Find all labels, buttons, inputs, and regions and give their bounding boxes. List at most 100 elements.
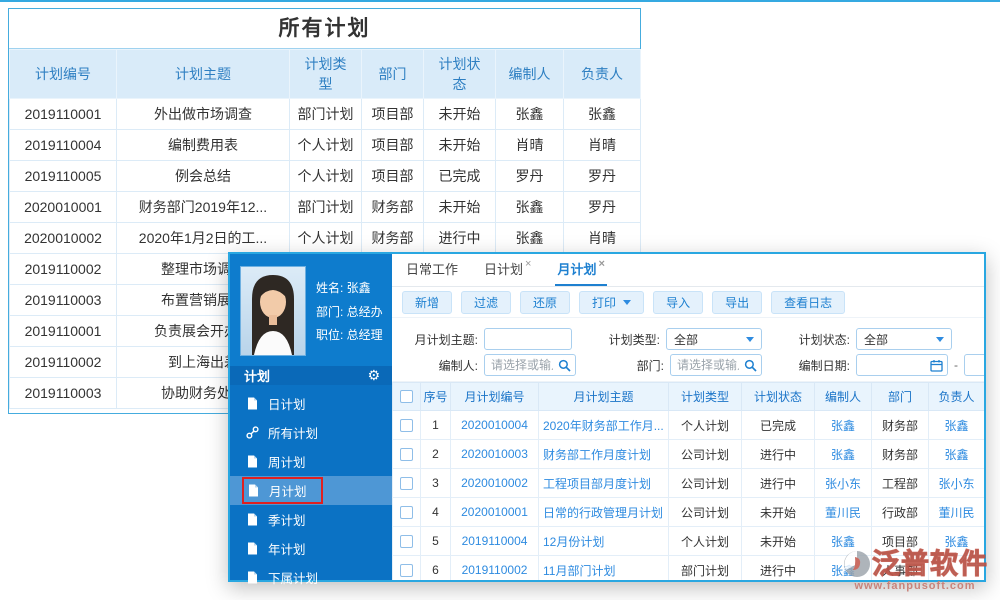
- cell-owner[interactable]: 张鑫: [929, 440, 985, 469]
- filter-compile-date: 编制日期: -: [786, 354, 984, 376]
- cell: 罗丹: [496, 161, 564, 192]
- column-header: 计划主题: [117, 50, 290, 99]
- tab-bar: 日常工作 日计划× 月计划×: [392, 254, 984, 287]
- cell-code[interactable]: 2020010004: [451, 411, 539, 440]
- cell-compiler[interactable]: 张小东: [815, 469, 872, 498]
- sidebar-item-4[interactable]: 月计划: [230, 476, 392, 505]
- row-checkbox[interactable]: [400, 535, 413, 548]
- tab-2[interactable]: 日计划×: [482, 254, 533, 286]
- cell-subject[interactable]: 12月份计划: [539, 527, 669, 556]
- cell-subject[interactable]: 日常的行政管理月计划: [539, 498, 669, 527]
- cell-compiler[interactable]: 董川民: [815, 498, 872, 527]
- monthly-plan-table: 序号月计划编号月计划主题计划类型计划状态编制人部门负责人 12020010004…: [392, 382, 984, 580]
- cell-compiler[interactable]: 张鑫: [815, 440, 872, 469]
- button-label: 打印: [592, 294, 616, 311]
- status-select[interactable]: 全部: [856, 328, 952, 350]
- compile-date-to-input[interactable]: [964, 354, 984, 376]
- sidebar-item-7[interactable]: 下属计划: [230, 563, 392, 592]
- select-all-checkbox[interactable]: [400, 390, 413, 403]
- gear-icon[interactable]: ⚙: [367, 367, 380, 384]
- row-checkbox[interactable]: [400, 477, 413, 490]
- cell-code[interactable]: 2020010001: [451, 498, 539, 527]
- cell-code[interactable]: 2020010003: [451, 440, 539, 469]
- watermark-url: www.fanpusoft.com: [854, 581, 975, 592]
- checkbox-cell: [393, 411, 421, 440]
- search-icon[interactable]: [558, 359, 571, 372]
- cell-no: 2: [421, 440, 451, 469]
- file-icon: [246, 397, 259, 410]
- sidebar-item-6[interactable]: 年计划: [230, 534, 392, 563]
- filter-compile-date-label: 编制日期:: [786, 357, 850, 374]
- toolbar-button-4[interactable]: 打印: [579, 291, 644, 314]
- sidebar-item-1[interactable]: 日计划: [230, 389, 392, 418]
- cell-status: 进行中: [742, 556, 815, 581]
- cell: 罗丹: [564, 192, 641, 223]
- cell: 未开始: [424, 192, 496, 223]
- cell-code[interactable]: 2019110004: [451, 527, 539, 556]
- calendar-icon[interactable]: [930, 359, 943, 372]
- link-icon: [246, 426, 259, 439]
- cell: 个人计划: [290, 223, 362, 254]
- cell-dept: 人事部: [872, 556, 929, 581]
- tab-3[interactable]: 月计划×: [555, 254, 606, 286]
- row-checkbox[interactable]: [400, 506, 413, 519]
- toolbar-button-1[interactable]: 新增: [402, 291, 452, 314]
- sidebar-item-3[interactable]: 周计划: [230, 447, 392, 476]
- row-checkbox[interactable]: [400, 448, 413, 461]
- toolbar-button-7[interactable]: 查看日志: [771, 291, 845, 314]
- user-department: 部门: 总经办: [316, 303, 383, 320]
- filter-plan-date-label: 计划日期:: [976, 331, 984, 348]
- tab-label: 日常工作: [406, 262, 458, 277]
- date-range-separator: -: [954, 358, 958, 372]
- file-icon: [246, 571, 259, 584]
- cell: 2019110003: [10, 285, 117, 316]
- avatar: [240, 266, 306, 356]
- chevron-down-icon: [623, 300, 631, 305]
- cell-compiler[interactable]: 张鑫: [815, 411, 872, 440]
- cell-code[interactable]: 2019110002: [451, 556, 539, 581]
- cell-owner[interactable]: 张鑫: [929, 411, 985, 440]
- cell-no: 3: [421, 469, 451, 498]
- cell: 肖晴: [564, 223, 641, 254]
- cell-owner[interactable]: 张小东: [929, 469, 985, 498]
- type-select[interactable]: 全部: [666, 328, 762, 350]
- cell-no: 4: [421, 498, 451, 527]
- user-profile: 姓名: 张鑫 部门: 总经办 职位: 总经理: [230, 254, 392, 366]
- cell: 2019110001: [10, 316, 117, 347]
- cell-subject[interactable]: 工程项目部月度计划: [539, 469, 669, 498]
- cell-subject[interactable]: 2020年财务部工作月...: [539, 411, 669, 440]
- checkbox-cell: [393, 527, 421, 556]
- row-checkbox[interactable]: [400, 419, 413, 432]
- checkbox-cell: [393, 498, 421, 527]
- sidebar-item-5[interactable]: 季计划: [230, 505, 392, 534]
- cell-subject[interactable]: 财务部工作月度计划: [539, 440, 669, 469]
- chevron-down-icon: [746, 337, 754, 342]
- cell-owner[interactable]: 董川民: [929, 498, 985, 527]
- page-top-border: [0, 0, 1000, 2]
- filter-dept-label: 部门:: [600, 357, 664, 374]
- sidebar-item-2[interactable]: 所有计划: [230, 418, 392, 447]
- theme-input[interactable]: [484, 328, 572, 350]
- toolbar-button-5[interactable]: 导入: [653, 291, 703, 314]
- cell-owner[interactable]: [929, 556, 985, 581]
- cell: 张鑫: [496, 99, 564, 130]
- column-header: 计划状态: [424, 50, 496, 99]
- close-icon[interactable]: ×: [598, 258, 604, 270]
- cell: 肖晴: [564, 130, 641, 161]
- table-row: 2020010001财务部门2019年12...部门计划财务部未开始张鑫罗丹: [10, 192, 641, 223]
- tab-1[interactable]: 日常工作: [404, 254, 460, 286]
- toolbar-button-3[interactable]: 还原: [520, 291, 570, 314]
- close-icon[interactable]: ×: [525, 258, 531, 270]
- cell-subject[interactable]: 11月部门计划: [539, 556, 669, 581]
- cell-compiler[interactable]: 张鑫: [815, 527, 872, 556]
- cell-code[interactable]: 2020010002: [451, 469, 539, 498]
- search-icon[interactable]: [744, 359, 757, 372]
- select-all-checkbox-cell: [393, 383, 421, 411]
- toolbar-button-2[interactable]: 过滤: [461, 291, 511, 314]
- cell-owner[interactable]: 张鑫: [929, 527, 985, 556]
- cell-compiler[interactable]: 张鑫: [815, 556, 872, 581]
- column-header: 月计划主题: [539, 383, 669, 411]
- row-checkbox[interactable]: [400, 564, 413, 577]
- button-label: 新增: [415, 294, 439, 311]
- toolbar-button-6[interactable]: 导出: [712, 291, 762, 314]
